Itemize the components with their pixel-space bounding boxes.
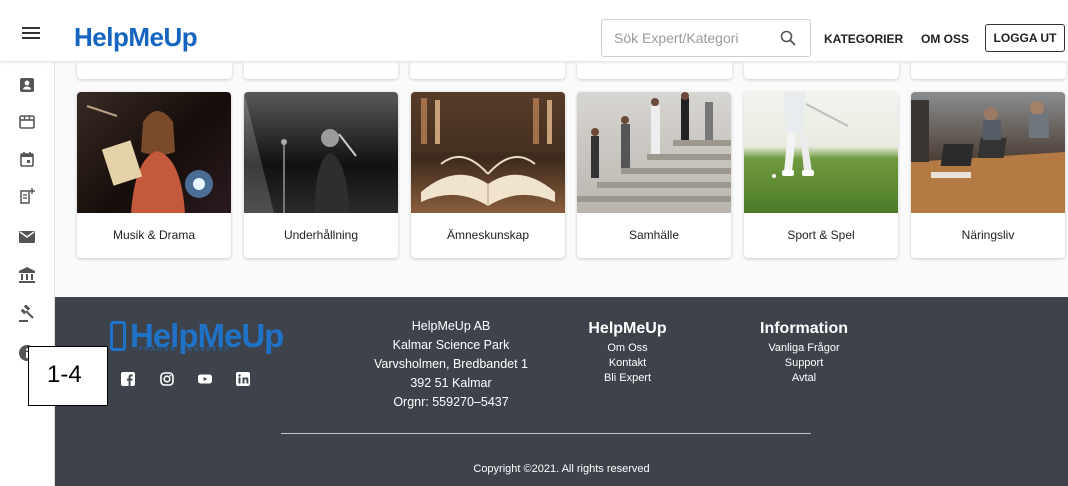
- footer-link-support[interactable]: Support: [753, 356, 855, 371]
- footer-link-om-oss[interactable]: Om Oss: [585, 341, 670, 356]
- category-card-underhallning[interactable]: Underhållning: [244, 92, 398, 258]
- bank-icon[interactable]: [18, 266, 36, 284]
- category-title: Ämneskunskap: [446, 228, 530, 242]
- open-book-library-image: [411, 92, 565, 213]
- card-stub: [911, 62, 1066, 79]
- top-app-bar: HelpMeUp KATEGORIER OM OSS LOGGA UT: [0, 0, 1068, 62]
- category-title: Underhållning: [283, 228, 359, 242]
- annotation-label: 1-4: [28, 346, 108, 406]
- footer-link-avtal[interactable]: Avtal: [753, 371, 855, 386]
- card-stub: [410, 62, 565, 79]
- logout-button[interactable]: LOGGA UT: [985, 24, 1065, 52]
- footer-column-heading: HelpMeUp: [588, 320, 667, 337]
- people-on-stairs-image: [577, 92, 731, 213]
- mail-icon[interactable]: [18, 228, 36, 246]
- address-line: 392 51 Kalmar: [410, 376, 492, 390]
- card-stub: [77, 62, 232, 79]
- menu-icon[interactable]: [22, 27, 40, 39]
- calendar-icon[interactable]: [18, 150, 36, 168]
- category-title: Samhälle: [628, 228, 680, 242]
- category-card-amneskunskap[interactable]: Ämneskunskap: [411, 92, 565, 258]
- category-title: Sport & Spel: [787, 228, 855, 242]
- youtube-icon[interactable]: [198, 372, 212, 386]
- footer-divider: [281, 433, 811, 434]
- search-input[interactable]: [614, 20, 774, 56]
- card-stub: [744, 62, 899, 79]
- search-box[interactable]: [601, 19, 811, 57]
- singer-on-stage-image: [77, 92, 231, 213]
- category-grid: Musik & Drama Underhållning Ämneskunskap…: [55, 62, 1068, 297]
- category-card-samhalle[interactable]: Samhälle: [577, 92, 731, 258]
- footer-link-vanliga-fragor[interactable]: Vanliga Frågor: [753, 341, 855, 356]
- address-line: HelpMeUp AB: [411, 319, 491, 333]
- nav-om-oss[interactable]: OM OSS: [921, 32, 969, 46]
- phone-icon: [110, 321, 126, 351]
- facebook-icon[interactable]: [121, 372, 135, 386]
- footer-link-kontakt[interactable]: Kontakt: [585, 356, 670, 371]
- linkedin-icon[interactable]: [236, 372, 250, 386]
- office-meeting-image: [911, 92, 1065, 213]
- footer-column-helpmeup: HelpMeUp Om Oss Kontakt Bli Expert: [585, 320, 670, 386]
- gavel-icon[interactable]: [18, 305, 36, 323]
- footer-tagline: FRÅGOR · KUNSKAP: [139, 347, 231, 353]
- profile-icon[interactable]: [18, 76, 36, 94]
- nav-kategorier[interactable]: KATEGORIER: [824, 32, 903, 46]
- footer-column-heading: Information: [760, 320, 848, 337]
- address-line: Kalmar Science Park: [392, 338, 510, 352]
- category-card-musik-drama[interactable]: Musik & Drama: [77, 92, 231, 258]
- brand-logo[interactable]: HelpMeUp: [74, 22, 198, 53]
- sidebar: [0, 62, 55, 486]
- band-concert-image: [244, 92, 398, 213]
- golfer-image: [744, 92, 898, 213]
- footer: HelpMeUp FRÅGOR · KUNSKAP HelpMeUp AB Ka…: [55, 297, 1068, 486]
- footer-link-bli-expert[interactable]: Bli Expert: [585, 371, 670, 386]
- card-stub: [577, 62, 732, 79]
- post-add-icon[interactable]: [18, 187, 36, 205]
- store-icon[interactable]: [18, 113, 36, 131]
- category-title: Musik & Drama: [112, 228, 195, 242]
- card-stub: [244, 62, 398, 79]
- company-address: HelpMeUp AB Kalmar Science Park Varvshol…: [351, 317, 551, 412]
- category-card-naringsliv[interactable]: Näringsliv: [911, 92, 1065, 258]
- category-title: Näringsliv: [961, 228, 1015, 242]
- copyright-text: Copyright ©2021. All rights reserved: [473, 463, 650, 475]
- category-card-sport-spel[interactable]: Sport & Spel: [744, 92, 898, 258]
- search-icon[interactable]: [780, 30, 796, 46]
- address-line: Varvsholmen, Bredbandet 1: [373, 357, 529, 371]
- address-line: Orgnr: 559270–5437: [393, 395, 509, 409]
- instagram-icon[interactable]: [160, 372, 174, 386]
- footer-column-information: Information Vanliga Frågor Support Avtal: [753, 320, 855, 386]
